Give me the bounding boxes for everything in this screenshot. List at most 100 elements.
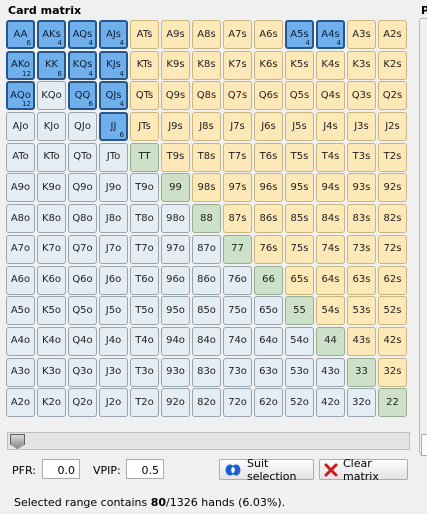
matrix-cell-53o[interactable]: 53o <box>285 357 314 387</box>
matrix-cell-94o[interactable]: 94o <box>161 326 190 356</box>
matrix-cell-t2s[interactable]: T2s <box>378 142 407 172</box>
matrix-cell-k7o[interactable]: K7o <box>37 234 66 264</box>
matrix-cell-85o[interactable]: 85o <box>192 296 221 326</box>
matrix-cell-k3o[interactable]: K3o <box>37 357 66 387</box>
matrix-cell-74o[interactable]: 74o <box>223 326 252 356</box>
vpip-input[interactable] <box>126 459 164 479</box>
matrix-cell-q9s[interactable]: Q9s <box>161 81 190 111</box>
matrix-cell-a3o[interactable]: A3o <box>6 357 35 387</box>
matrix-cell-k9o[interactable]: K9o <box>37 173 66 203</box>
matrix-cell-q9o[interactable]: Q9o <box>68 173 97 203</box>
matrix-cell-a2s[interactable]: A2s <box>378 20 407 49</box>
matrix-cell-j3o[interactable]: J3o <box>99 357 128 387</box>
matrix-cell-t8s[interactable]: T8s <box>192 142 221 172</box>
matrix-cell-95o[interactable]: 95o <box>161 296 190 326</box>
matrix-cell-86s[interactable]: 86s <box>254 204 283 234</box>
matrix-cell-76o[interactable]: 76o <box>223 265 252 295</box>
matrix-cell-qts[interactable]: QTs <box>130 81 159 111</box>
matrix-cell-65o[interactable]: 65o <box>254 296 283 326</box>
matrix-cell-a4o[interactable]: A4o <box>6 326 35 356</box>
pfr-input[interactable] <box>42 459 80 479</box>
matrix-cell-kto[interactable]: KTo <box>37 142 66 172</box>
matrix-cell-87o[interactable]: 87o <box>192 234 221 264</box>
matrix-cell-k5s[interactable]: K5s <box>285 50 314 80</box>
matrix-cell-kjs[interactable]: KJs 4 <box>99 50 128 80</box>
matrix-cell-ato[interactable]: ATo <box>6 142 35 172</box>
matrix-cell-k3s[interactable]: K3s <box>347 50 376 80</box>
slider-thumb[interactable] <box>10 434 25 449</box>
matrix-cell-63o[interactable]: 63o <box>254 357 283 387</box>
matrix-cell-a5s[interactable]: A5s 4 <box>285 20 314 49</box>
matrix-cell-72s[interactable]: 72s <box>378 234 407 264</box>
matrix-cell-a4s[interactable]: A4s 4 <box>316 20 345 49</box>
matrix-cell-q2s[interactable]: Q2s <box>378 81 407 111</box>
matrix-cell-qq[interactable]: QQ 6 <box>68 81 97 111</box>
matrix-cell-t2o[interactable]: T2o <box>130 388 159 418</box>
matrix-cell-aqo[interactable]: AQo 12 <box>6 81 35 111</box>
matrix-cell-a8s[interactable]: A8s <box>192 20 221 49</box>
matrix-cell-73o[interactable]: 73o <box>223 357 252 387</box>
matrix-cell-ajo[interactable]: AJo <box>6 112 35 142</box>
matrix-cell-84s[interactable]: 84s <box>316 204 345 234</box>
matrix-cell-k6s[interactable]: K6s <box>254 50 283 80</box>
matrix-cell-k2s[interactable]: K2s <box>378 50 407 80</box>
matrix-cell-42o[interactable]: 42o <box>316 388 345 418</box>
matrix-cell-q4o[interactable]: Q4o <box>68 326 97 356</box>
matrix-cell-jts[interactable]: JTs <box>130 112 159 142</box>
matrix-cell-q3o[interactable]: Q3o <box>68 357 97 387</box>
matrix-cell-a7s[interactable]: A7s <box>223 20 252 49</box>
matrix-cell-k7s[interactable]: K7s <box>223 50 252 80</box>
matrix-cell-77[interactable]: 77 <box>223 234 252 264</box>
matrix-cell-t4s[interactable]: T4s <box>316 142 345 172</box>
matrix-cell-j4s[interactable]: J4s <box>316 112 345 142</box>
matrix-cell-64o[interactable]: 64o <box>254 326 283 356</box>
matrix-cell-kjo[interactable]: KJo <box>37 112 66 142</box>
matrix-cell-kts[interactable]: KTs <box>130 50 159 80</box>
matrix-cell-97s[interactable]: 97s <box>223 173 252 203</box>
matrix-cell-j5o[interactable]: J5o <box>99 296 128 326</box>
matrix-cell-64s[interactable]: 64s <box>316 265 345 295</box>
matrix-cell-92s[interactable]: 92s <box>378 173 407 203</box>
matrix-cell-a8o[interactable]: A8o <box>6 204 35 234</box>
matrix-cell-85s[interactable]: 85s <box>285 204 314 234</box>
matrix-cell-83o[interactable]: 83o <box>192 357 221 387</box>
matrix-cell-kqo[interactable]: KQo <box>37 81 66 111</box>
matrix-cell-t6s[interactable]: T6s <box>254 142 283 172</box>
matrix-cell-33[interactable]: 33 <box>347 357 376 387</box>
matrix-cell-aqs[interactable]: AQs 4 <box>68 20 97 49</box>
matrix-cell-53s[interactable]: 53s <box>347 296 376 326</box>
matrix-cell-q7o[interactable]: Q7o <box>68 234 97 264</box>
matrix-cell-82o[interactable]: 82o <box>192 388 221 418</box>
matrix-cell-j8s[interactable]: J8s <box>192 112 221 142</box>
matrix-cell-q5s[interactable]: Q5s <box>285 81 314 111</box>
matrix-cell-93o[interactable]: 93o <box>161 357 190 387</box>
matrix-cell-kk[interactable]: KK 6 <box>37 50 66 80</box>
matrix-cell-qjs[interactable]: QJs 4 <box>99 81 128 111</box>
matrix-cell-52s[interactable]: 52s <box>378 296 407 326</box>
matrix-cell-t7s[interactable]: T7s <box>223 142 252 172</box>
suit-selection-button[interactable]: Suit selection <box>219 457 314 483</box>
range-slider[interactable] <box>7 432 410 450</box>
matrix-cell-k9s[interactable]: K9s <box>161 50 190 80</box>
matrix-cell-62s[interactable]: 62s <box>378 265 407 295</box>
matrix-cell-a6o[interactable]: A6o <box>6 265 35 295</box>
matrix-cell-32o[interactable]: 32o <box>347 388 376 418</box>
matrix-cell-k2o[interactable]: K2o <box>37 388 66 418</box>
matrix-cell-75s[interactable]: 75s <box>285 234 314 264</box>
matrix-cell-74s[interactable]: 74s <box>316 234 345 264</box>
matrix-cell-t4o[interactable]: T4o <box>130 326 159 356</box>
matrix-cell-95s[interactable]: 95s <box>285 173 314 203</box>
matrix-cell-jto[interactable]: JTo <box>99 142 128 172</box>
matrix-cell-t6o[interactable]: T6o <box>130 265 159 295</box>
matrix-cell-98o[interactable]: 98o <box>161 204 190 234</box>
matrix-cell-86o[interactable]: 86o <box>192 265 221 295</box>
matrix-cell-ajs[interactable]: AJs 4 <box>99 20 128 49</box>
matrix-cell-42s[interactable]: 42s <box>378 326 407 356</box>
matrix-cell-a7o[interactable]: A7o <box>6 234 35 264</box>
matrix-cell-ako[interactable]: AKo 12 <box>6 50 35 80</box>
matrix-cell-qto[interactable]: QTo <box>68 142 97 172</box>
matrix-cell-73s[interactable]: 73s <box>347 234 376 264</box>
matrix-cell-66[interactable]: 66 <box>254 265 283 295</box>
matrix-cell-j6o[interactable]: J6o <box>99 265 128 295</box>
matrix-cell-j4o[interactable]: J4o <box>99 326 128 356</box>
